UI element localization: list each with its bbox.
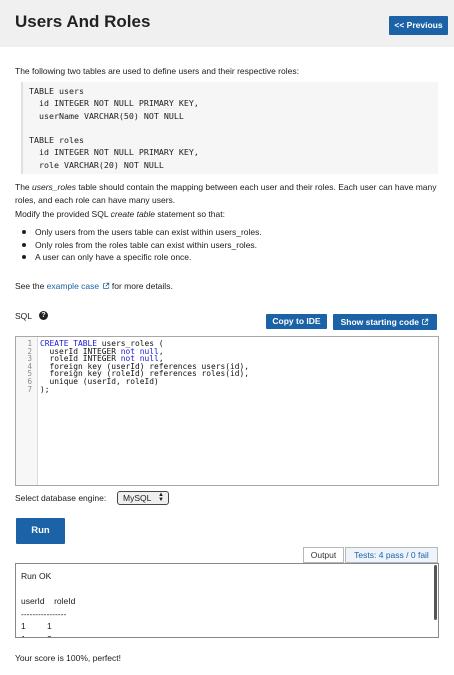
schema-code: TABLE users id INTEGER NOT NULL PRIMARY … — [29, 86, 199, 170]
output-content: Run OK userId roleId ---------------- 1 … — [21, 570, 76, 637]
code-line[interactable]: ); — [40, 385, 249, 394]
description-prefix: The — [15, 182, 33, 192]
output-panel: Run OK userId roleId ---------------- 1 … — [15, 563, 439, 638]
description-suffix: table should contain the mapping between… — [15, 182, 437, 205]
external-link-icon[interactable] — [421, 318, 429, 326]
previous-button[interactable]: << Previous — [389, 16, 448, 35]
page-title: Users And Roles — [15, 12, 151, 31]
show-starting-code-label[interactable]: Show starting code — [341, 317, 419, 327]
see-example-text: See the example case for more details. — [15, 281, 173, 291]
modify-prefix: Modify the provided SQL — [15, 209, 111, 219]
modify-paragraph: Modify the provided SQL create table sta… — [15, 209, 225, 219]
tab-tests[interactable]: Tests: 4 pass / 0 fail — [345, 547, 438, 563]
example-case-link[interactable]: example case — [47, 281, 110, 291]
select-arrows-icon[interactable]: ▲ ▼ — [158, 492, 164, 503]
tab-output[interactable]: Output — [303, 547, 344, 563]
copy-to-ide-button[interactable]: Copy to IDE — [266, 314, 327, 329]
output-scrollbar[interactable] — [434, 565, 437, 620]
engine-selected-value[interactable]: MySQL — [123, 493, 151, 503]
see-prefix: See the — [15, 281, 47, 291]
show-starting-code-button[interactable]: Show starting code — [333, 314, 437, 330]
run-button[interactable]: Run — [16, 518, 65, 544]
engine-label: Select database engine: — [15, 493, 107, 503]
list-item: A user can only have a specific role onc… — [20, 251, 262, 264]
line-number-gutter: 1 2 3 4 5 6 7 — [16, 337, 38, 485]
line-number: 7 — [27, 384, 32, 394]
score-text: Your score is 100%, perfect! — [15, 653, 121, 663]
database-engine-select[interactable]: MySQL ▲ ▼ — [117, 491, 169, 505]
schema-code-block: TABLE users id INTEGER NOT NULL PRIMARY … — [21, 82, 438, 174]
requirements-list: Only users from the users table can exis… — [20, 226, 262, 264]
sql-editor[interactable]: 1 2 3 4 5 6 7 CREATE TABLE users_roles (… — [15, 336, 439, 486]
list-item: Only users from the users table can exis… — [20, 226, 262, 239]
description-paragraph: The users_roles table should contain the… — [15, 181, 440, 206]
external-link-icon[interactable] — [102, 282, 110, 290]
page-header: Users And Roles << Previous — [0, 0, 454, 47]
example-case-link-label[interactable]: example case — [47, 281, 99, 291]
create-table-emphasis: create table — [110, 209, 156, 219]
see-suffix: for more details. — [109, 281, 173, 291]
output-text: Run OK userId roleId ---------------- 1 … — [21, 571, 76, 637]
sql-label: SQL — [15, 311, 33, 321]
table-name-emphasis: users_roles — [32, 182, 76, 192]
intro-text: The following two tables are used to def… — [15, 66, 299, 76]
modify-suffix: statement so that: — [155, 209, 225, 219]
help-icon[interactable]: ? — [39, 311, 48, 320]
code-line[interactable]: unique (userId, roleId) — [40, 378, 249, 386]
code-area[interactable]: CREATE TABLE users_roles ( userId INTEGE… — [40, 340, 249, 393]
list-item: Only roles from the roles table can exis… — [20, 239, 262, 252]
